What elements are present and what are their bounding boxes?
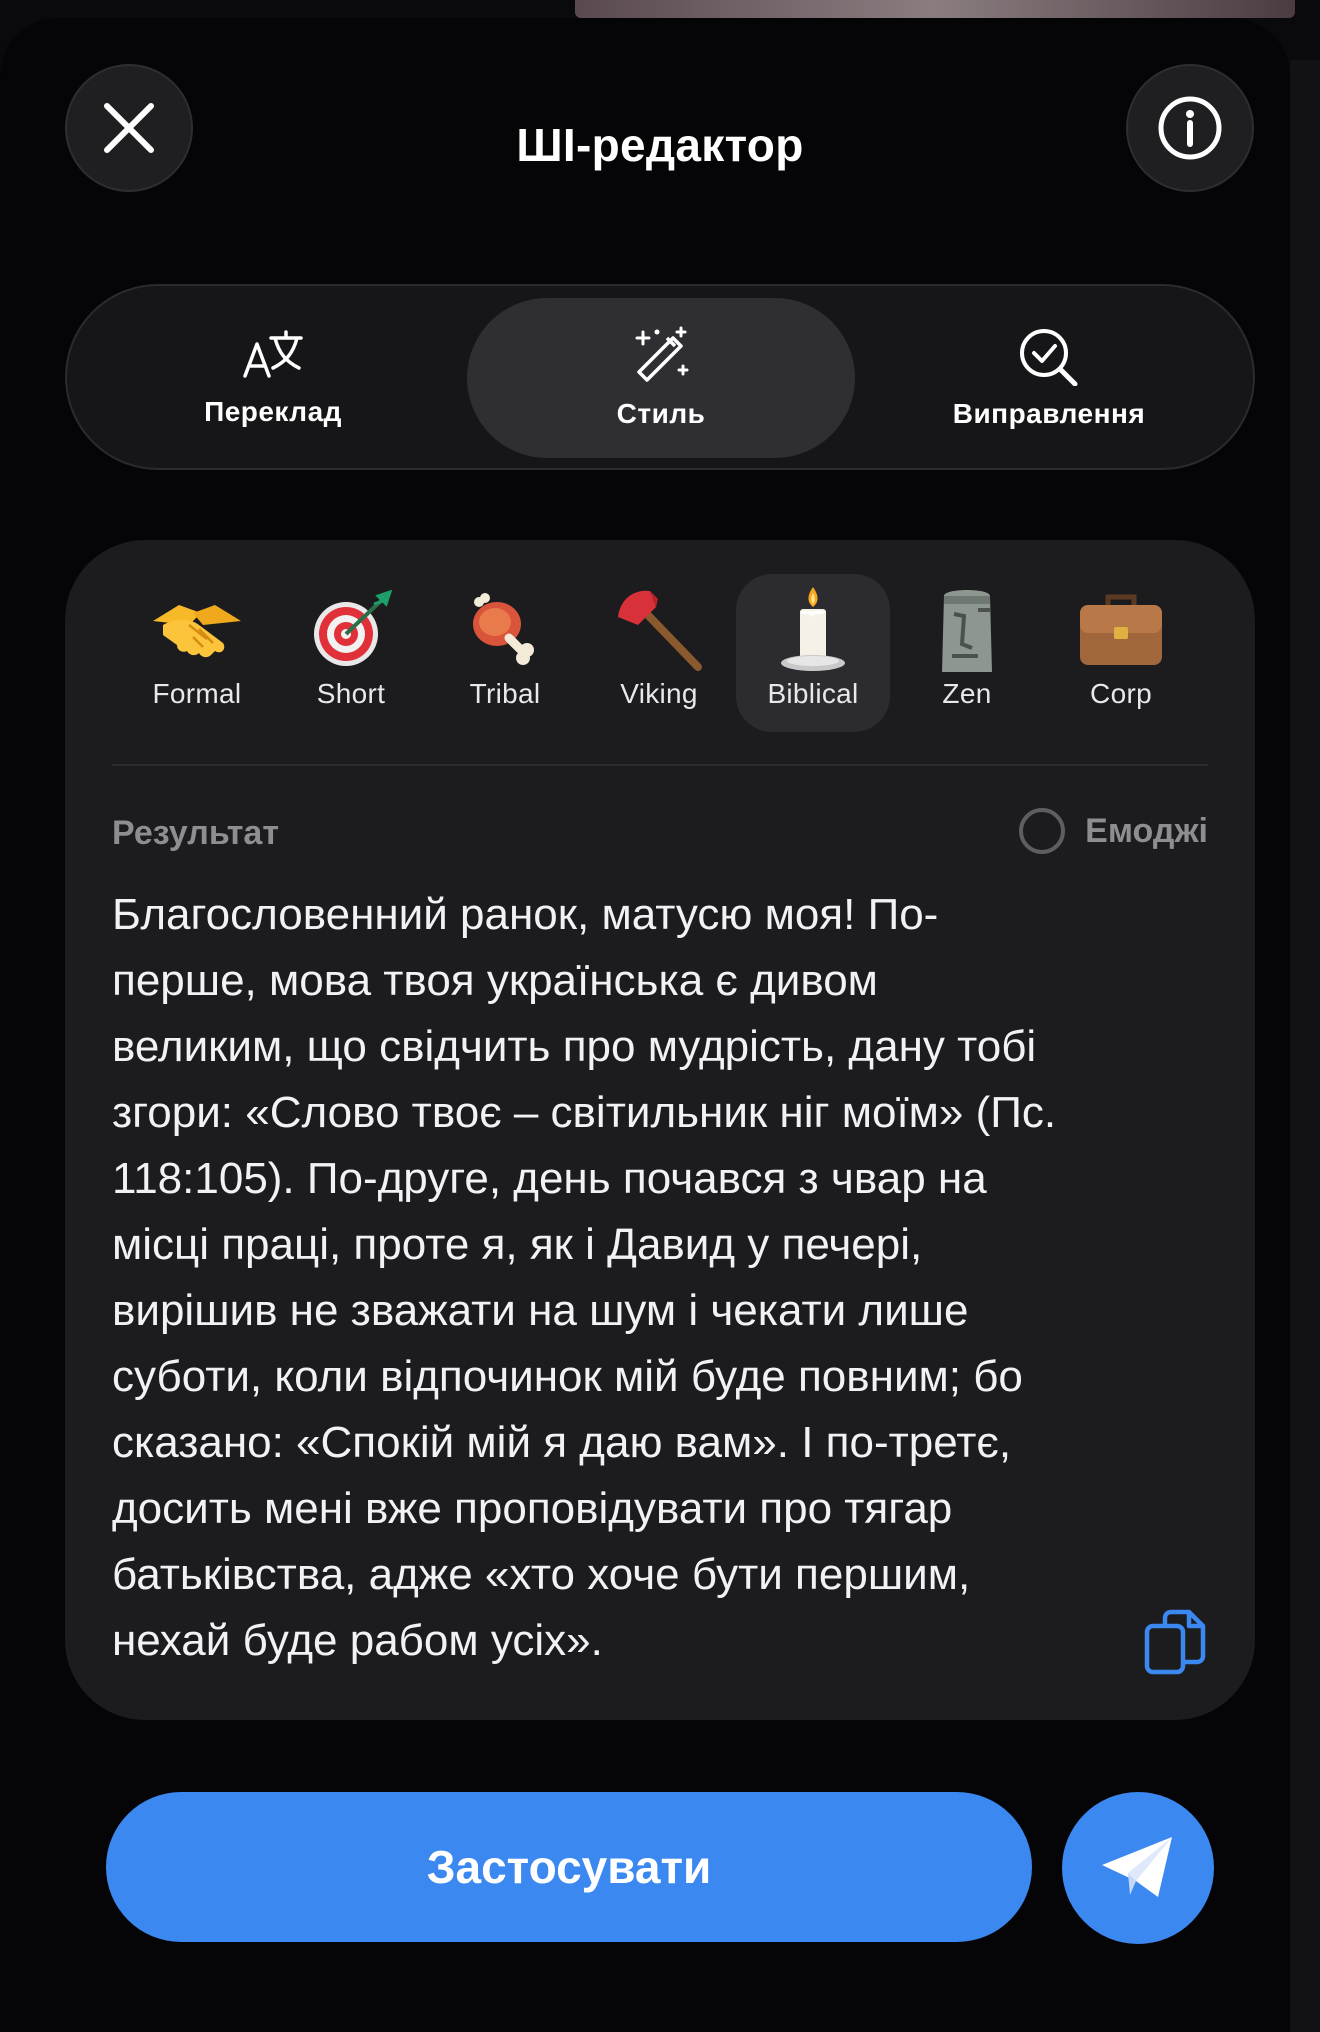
send-button[interactable] (1062, 1792, 1214, 1944)
target-icon (314, 590, 393, 666)
tab-corrections[interactable]: Виправлення (855, 298, 1243, 458)
meat-on-bone-icon (473, 593, 534, 665)
spellcheck-icon (1020, 329, 1078, 386)
background-edge (1290, 60, 1320, 2032)
copy-button[interactable] (1143, 1608, 1207, 1676)
style-name: Tribal (469, 678, 541, 709)
moai-icon (942, 590, 992, 672)
tab-label: Виправлення (952, 398, 1146, 429)
translate-icon (243, 330, 303, 378)
tab-label: Переклад (204, 396, 342, 427)
briefcase-icon (1080, 594, 1162, 665)
style-name: Short (316, 678, 386, 709)
style-name: Viking (620, 678, 698, 709)
style-name: Corp (1090, 678, 1152, 709)
magic-wand-icon (635, 326, 689, 382)
style-name: Zen (942, 678, 992, 709)
mode-tabs: Переклад Стиль Виправлення (65, 284, 1255, 470)
style-chip-short[interactable]: Short (274, 574, 428, 732)
copy-icon (1144, 1609, 1206, 1675)
divider (112, 764, 1208, 766)
style-result-card: Formal Short Tribal Viking Biblical Zen … (65, 540, 1255, 1720)
close-icon (104, 103, 154, 153)
apply-button[interactable]: Застосувати (106, 1792, 1032, 1942)
info-icon (1158, 96, 1222, 160)
info-button[interactable] (1126, 64, 1254, 192)
style-chip-formal[interactable]: Formal (120, 574, 274, 732)
axe-icon (618, 590, 702, 671)
close-button[interactable] (65, 64, 193, 192)
emoji-toggle[interactable]: Емоджі (1019, 808, 1208, 854)
tab-style[interactable]: Стиль (467, 298, 855, 458)
send-icon (1102, 1837, 1172, 1897)
candle-icon (781, 587, 845, 671)
ai-editor-sheet: ШІ-редактор Переклад Стиль Виправлення F… (0, 18, 1290, 2032)
style-chip-viking[interactable]: Viking (582, 574, 736, 732)
style-chip-zen[interactable]: Zen (890, 574, 1044, 732)
tab-label: Стиль (616, 398, 706, 429)
emoji-radio[interactable] (1019, 808, 1066, 854)
style-chip-tribal[interactable]: Tribal (428, 574, 582, 732)
page-title: ШІ-редактор (516, 119, 804, 171)
style-name: Formal (152, 678, 242, 709)
result-label: Результат (112, 814, 279, 852)
emoji-toggle-label: Емоджі (1085, 811, 1208, 850)
style-name: Biblical (767, 678, 859, 709)
style-picker: Formal Short Tribal Viking Biblical Zen … (120, 574, 1200, 732)
style-chip-corp[interactable]: Corp (1044, 574, 1198, 732)
style-chip-biblical[interactable]: Biblical (736, 574, 890, 732)
handshake-icon (153, 605, 241, 658)
background-photo (575, 0, 1295, 18)
result-text: Благословенний ранок, матусю моя! По- пе… (112, 890, 1057, 1665)
tab-translate[interactable]: Переклад (79, 298, 467, 458)
